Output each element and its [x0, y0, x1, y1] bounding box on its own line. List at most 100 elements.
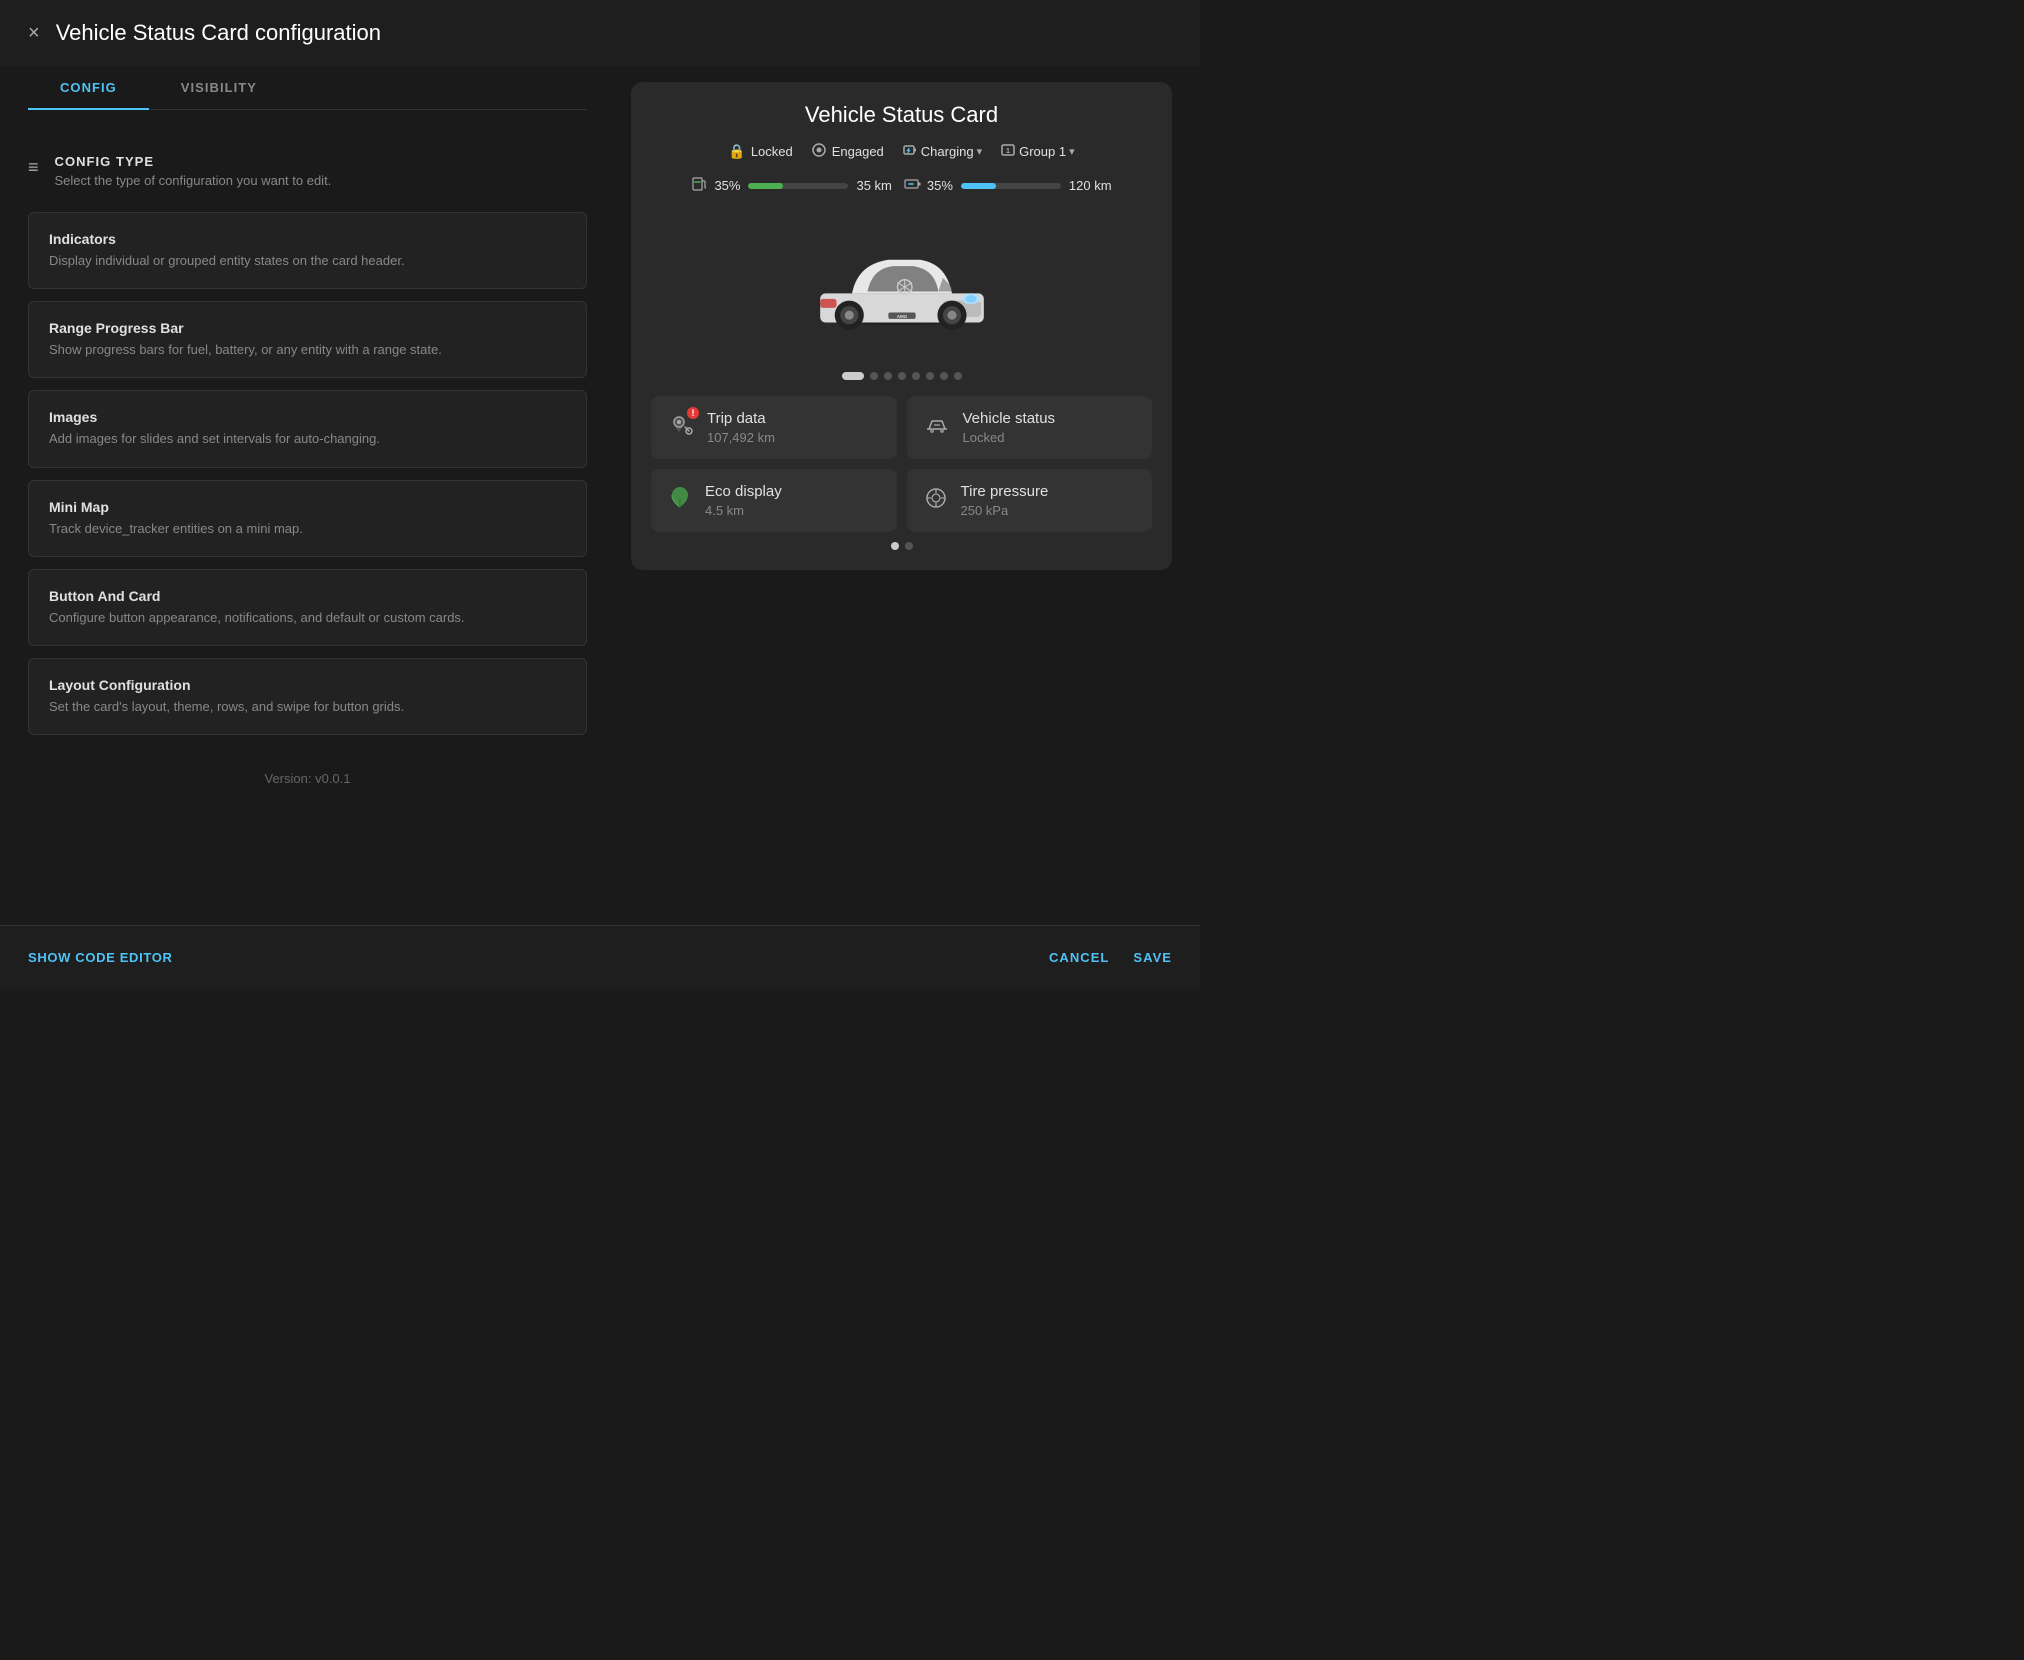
info-card-trip[interactable]: ! Trip data 107,492 km — [651, 396, 897, 459]
info-grid: ! Trip data 107,492 km — [651, 396, 1152, 532]
battery-progress-bar — [961, 183, 1061, 189]
config-item-desc: Add images for slides and set intervals … — [49, 430, 566, 448]
fuel-percent: 35% — [714, 178, 740, 193]
page-indicator — [651, 542, 1152, 550]
config-item-desc: Display individual or grouped entity sta… — [49, 252, 566, 270]
info-card-vehicle-status[interactable]: Vehicle status Locked — [907, 396, 1153, 459]
left-panel: CONFIG VISIBILITY ≡ CONFIG TYPE Select t… — [0, 66, 615, 925]
save-button[interactable]: SAVE — [1133, 950, 1172, 965]
config-item-desc: Track device_tracker entities on a mini … — [49, 520, 566, 538]
svg-text:1: 1 — [1006, 148, 1010, 155]
tab-config[interactable]: CONFIG — [28, 66, 149, 109]
tire-pressure-icon — [923, 491, 949, 516]
config-type-section: ≡ CONFIG TYPE Select the type of configu… — [28, 138, 587, 212]
eco-content: Eco display 4.5 km — [705, 483, 782, 518]
battery-percent: 35% — [927, 178, 953, 193]
carousel-dot-7[interactable] — [940, 372, 948, 380]
fuel-bar-fill — [748, 183, 783, 189]
menu-icon: ≡ — [28, 157, 39, 178]
carousel-dot-5[interactable] — [912, 372, 920, 380]
progress-battery: 35% 120 km — [904, 175, 1112, 196]
battery-bar-fill — [961, 183, 996, 189]
tab-visibility[interactable]: VISIBILITY — [149, 66, 289, 109]
cancel-button[interactable]: CANCEL — [1049, 950, 1109, 965]
config-type-description: Select the type of configuration you wan… — [55, 173, 332, 188]
trip-icon-wrapper: ! — [667, 411, 695, 445]
tire-content: Tire pressure 250 kPa — [961, 483, 1049, 518]
config-item-title: Button And Card — [49, 588, 566, 604]
status-charging-label: Charging — [921, 144, 974, 159]
notification-badge: ! — [687, 407, 699, 419]
dialog-footer: SHOW CODE EDITOR CANCEL SAVE — [0, 925, 1200, 989]
config-item-indicators[interactable]: Indicators Display individual or grouped… — [28, 212, 587, 289]
battery-km: 120 km — [1069, 178, 1112, 193]
tire-value: 250 kPa — [961, 503, 1049, 518]
status-locked-label: Locked — [751, 144, 793, 159]
chevron-down-icon: ▾ — [1069, 145, 1075, 158]
status-engaged: Engaged — [811, 142, 884, 161]
page-dot-2[interactable] — [905, 542, 913, 550]
progress-fuel: 35% 35 km — [691, 175, 891, 196]
fuel-km: 35 km — [856, 178, 891, 193]
vehicle-status-content: Vehicle status Locked — [963, 410, 1056, 445]
vehicle-status-icon — [923, 419, 951, 444]
config-item-mini-map[interactable]: Mini Map Track device_tracker entities o… — [28, 480, 587, 557]
vehicle-status-icon-wrapper — [923, 411, 951, 445]
svg-text:AMG: AMG — [896, 314, 907, 319]
version-text: Version: v0.0.1 — [28, 747, 587, 794]
group-icon: 1 — [1000, 142, 1016, 161]
status-charging[interactable]: Charging ▾ — [902, 142, 982, 161]
tire-title: Tire pressure — [961, 483, 1049, 500]
carousel-dots — [651, 372, 1152, 380]
charging-icon — [902, 142, 918, 161]
config-item-button-and-card[interactable]: Button And Card Configure button appeara… — [28, 569, 587, 646]
info-card-eco[interactable]: Eco display 4.5 km — [651, 469, 897, 532]
config-item-layout[interactable]: Layout Configuration Set the card's layo… — [28, 658, 587, 735]
config-type-label: CONFIG TYPE — [55, 154, 332, 169]
progress-row: 35% 35 km — [651, 175, 1152, 196]
page-dot-1[interactable] — [891, 542, 899, 550]
eco-icon-wrapper — [667, 485, 693, 517]
config-item-desc: Set the card's layout, theme, rows, and … — [49, 698, 566, 716]
carousel-dot-2[interactable] — [870, 372, 878, 380]
carousel-dot-6[interactable] — [926, 372, 934, 380]
trip-value: 107,492 km — [707, 430, 775, 445]
engaged-icon — [811, 142, 827, 161]
lock-icon: 🔒 — [728, 143, 745, 160]
fuel-icon — [691, 175, 709, 196]
status-locked: 🔒 Locked — [728, 143, 792, 160]
fuel-progress-bar — [748, 183, 848, 189]
battery-icon — [904, 175, 922, 196]
config-item-title: Images — [49, 409, 566, 425]
dialog-header: × Vehicle Status Card configuration — [0, 0, 1200, 66]
vehicle-status-value: Locked — [963, 430, 1056, 445]
status-group-label: Group 1 — [1019, 144, 1066, 159]
trip-icon — [667, 419, 695, 444]
carousel-dot-4[interactable] — [898, 372, 906, 380]
config-item-title: Mini Map — [49, 499, 566, 515]
config-item-title: Layout Configuration — [49, 677, 566, 693]
config-item-desc: Configure button appearance, notificatio… — [49, 609, 566, 627]
config-item-range-progress[interactable]: Range Progress Bar Show progress bars fo… — [28, 301, 587, 378]
status-group[interactable]: 1 Group 1 ▾ — [1000, 142, 1075, 161]
trip-content: Trip data 107,492 km — [707, 410, 775, 445]
config-item-title: Indicators — [49, 231, 566, 247]
close-icon[interactable]: × — [28, 23, 40, 43]
dialog-title: Vehicle Status Card configuration — [56, 20, 381, 46]
chevron-down-icon: ▾ — [977, 145, 983, 158]
info-card-tire[interactable]: Tire pressure 250 kPa — [907, 469, 1153, 532]
show-code-editor-button[interactable]: SHOW CODE EDITOR — [28, 950, 173, 965]
tire-icon-wrapper — [923, 485, 949, 517]
footer-actions: CANCEL SAVE — [1049, 950, 1172, 965]
config-item-title: Range Progress Bar — [49, 320, 566, 336]
status-engaged-label: Engaged — [832, 144, 884, 159]
config-type-text: CONFIG TYPE Select the type of configura… — [55, 154, 332, 188]
carousel-dot-8[interactable] — [954, 372, 962, 380]
carousel-dot-3[interactable] — [884, 372, 892, 380]
config-item-images[interactable]: Images Add images for slides and set int… — [28, 390, 587, 467]
right-panel: Vehicle Status Card 🔒 Locked Engaged — [615, 66, 1200, 925]
eco-icon — [667, 491, 693, 516]
carousel-dot-1[interactable] — [842, 372, 864, 380]
status-row: 🔒 Locked Engaged — [651, 142, 1152, 161]
eco-title: Eco display — [705, 483, 782, 500]
